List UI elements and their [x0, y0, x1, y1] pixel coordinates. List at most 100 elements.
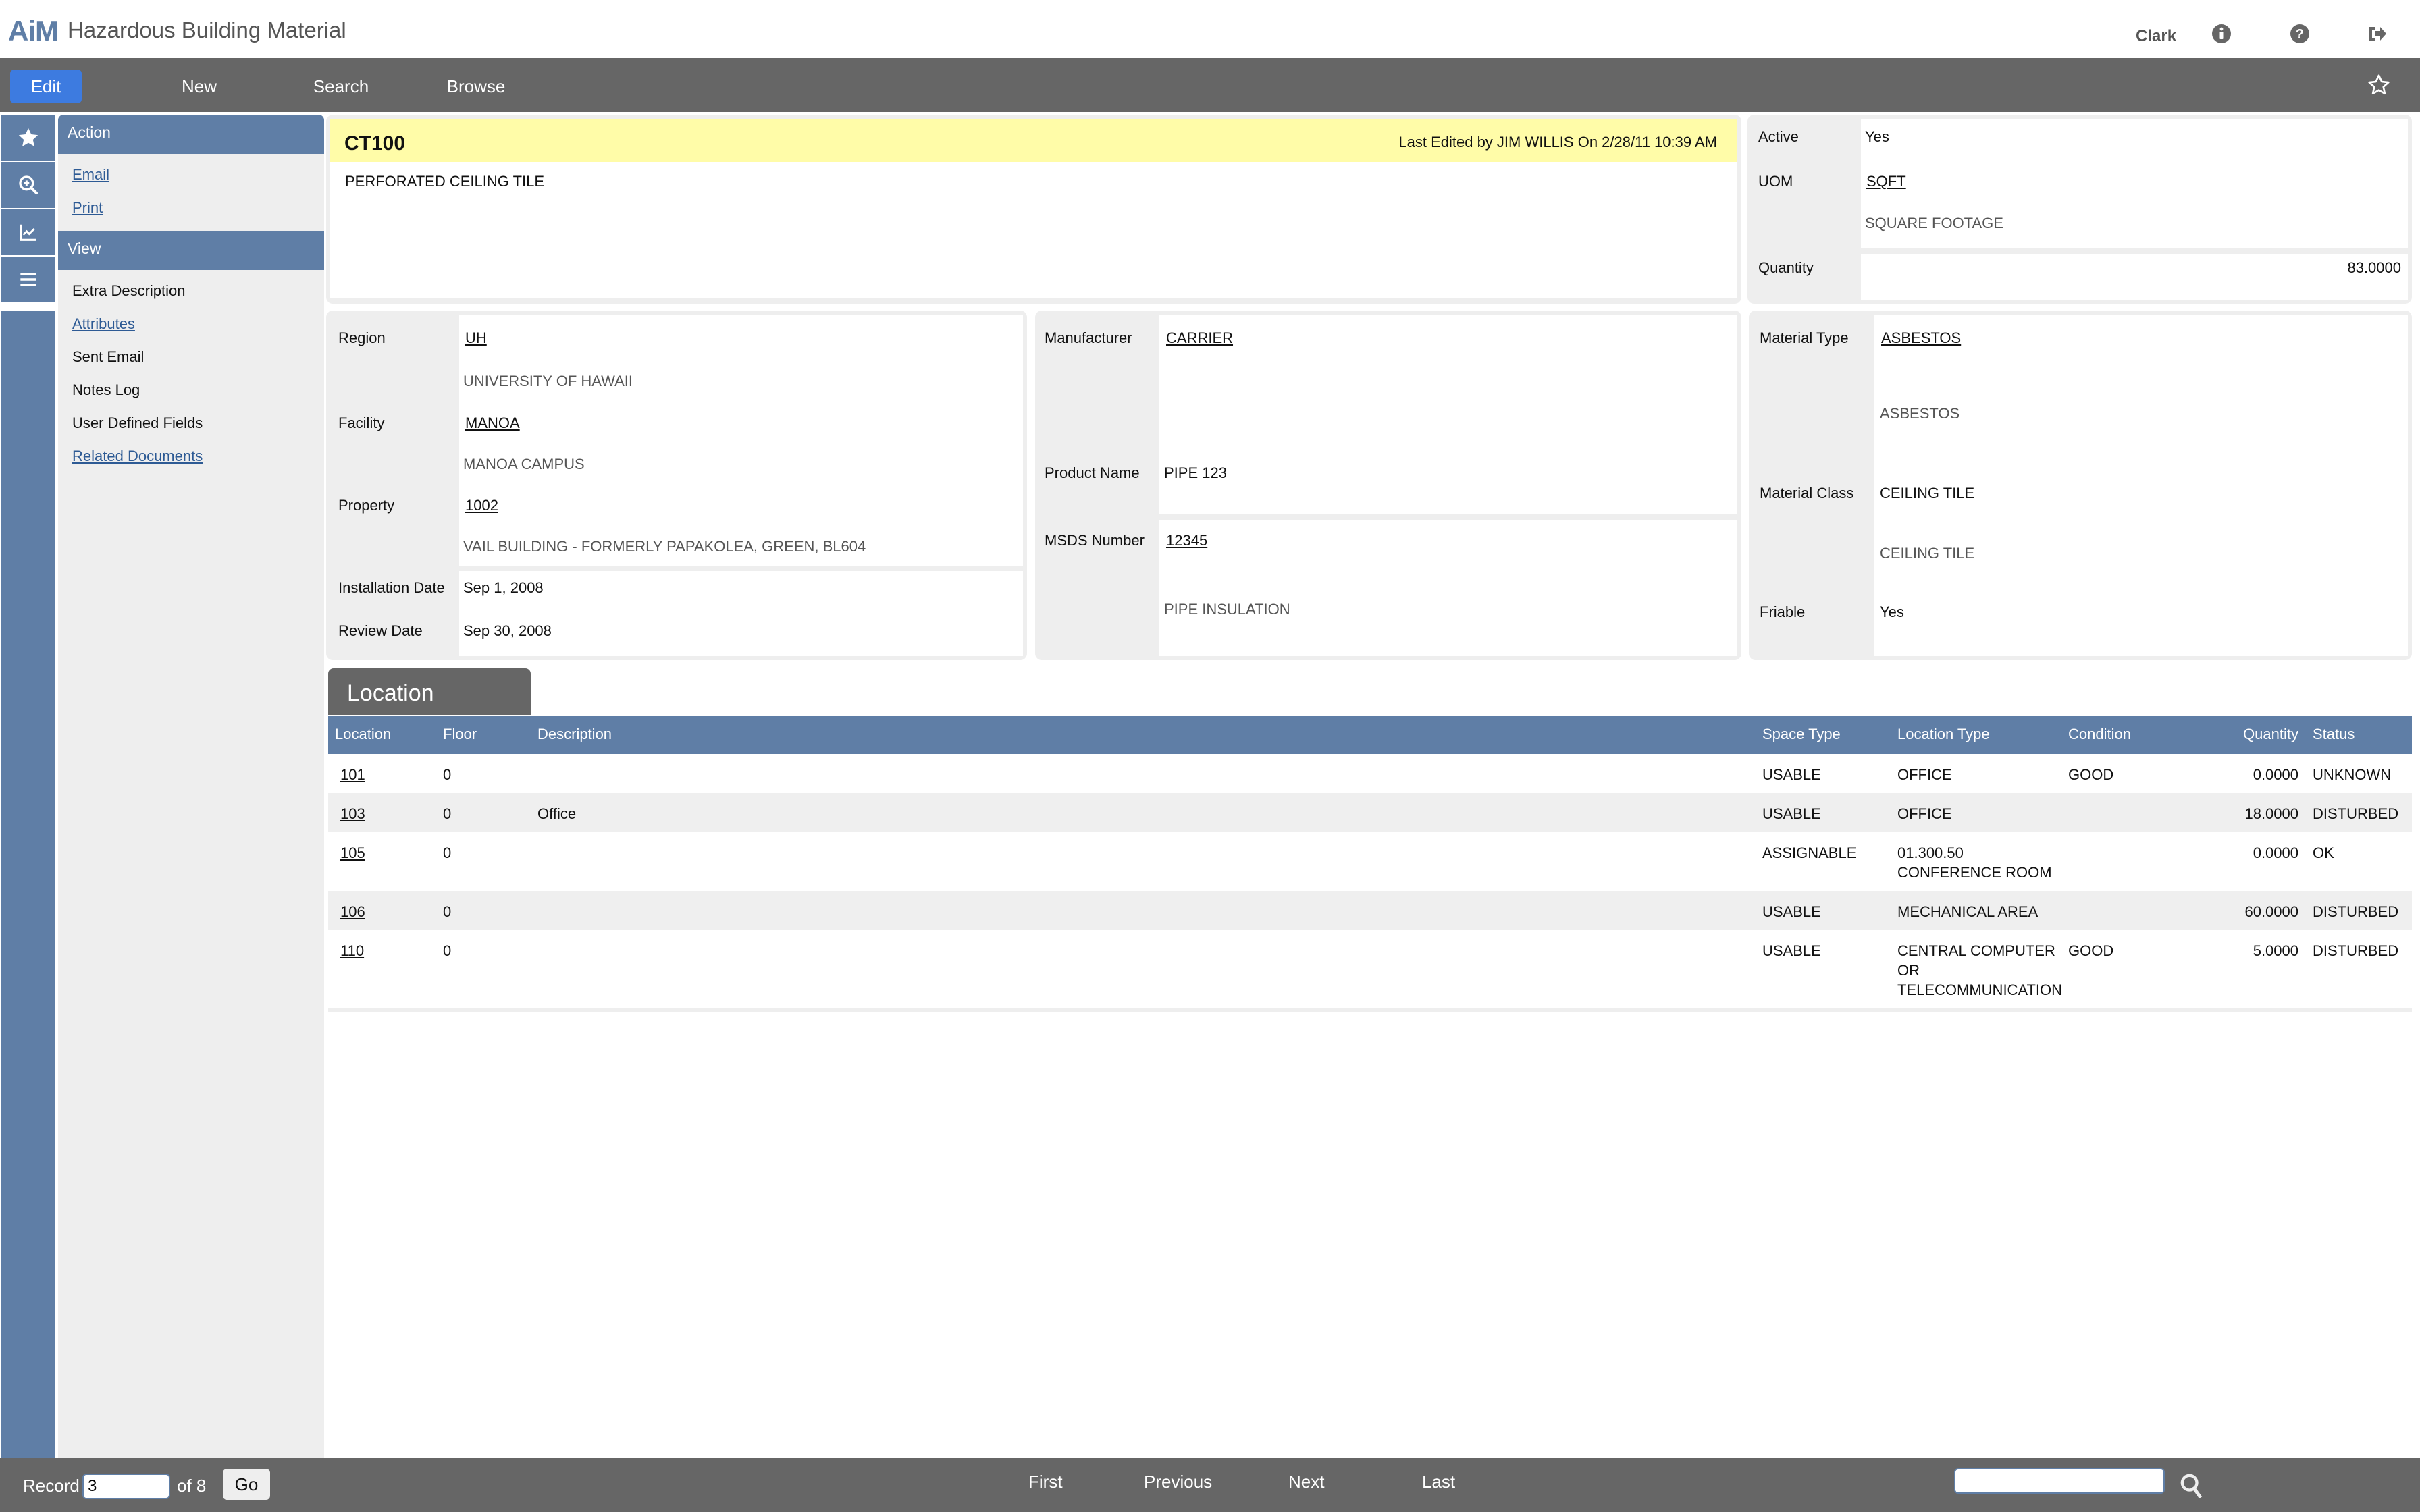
cell-location[interactable]: 106: [340, 902, 365, 921]
table-row[interactable]: 106 0 USABLE MECHANICAL AREA 60.0000 DISTURBE…: [328, 891, 2412, 930]
table-row[interactable]: 110 0 USABLE CENTRAL COMPUTER OR TELECOMMUNIC…: [328, 930, 2412, 1008]
cell-space-type: USABLE: [1762, 805, 1821, 822]
msds-values-area: [1159, 520, 1737, 656]
new-button[interactable]: New: [162, 70, 236, 103]
search-rail-button[interactable]: [1, 162, 55, 208]
last-record-link[interactable]: Last: [1422, 1472, 1455, 1492]
favorites-rail-button[interactable]: [1, 115, 55, 161]
uom-description: SQUARE FOOTAGE: [1865, 215, 2003, 232]
dates-values-area: [459, 571, 1023, 656]
previous-record-link[interactable]: Previous: [1144, 1472, 1212, 1492]
search-button[interactable]: Search: [300, 70, 382, 103]
logout-icon[interactable]: [2367, 23, 2388, 45]
tab-location[interactable]: Location: [328, 668, 531, 716]
star-outline-icon[interactable]: [2367, 73, 2391, 97]
msds-description: PIPE INSULATION: [1164, 601, 1290, 618]
table-row[interactable]: 101 0 USABLE OFFICE GOOD 0.0000 UNKNOWN: [328, 754, 2412, 793]
view-extra-description[interactable]: Extra Description: [58, 274, 324, 307]
installation-date-value: Sep 1, 2008: [463, 579, 544, 596]
uom-link[interactable]: SQFT: [1866, 173, 1906, 190]
friable-label: Friable: [1760, 603, 1806, 620]
cell-location-type: CENTRAL COMPUTER OR TELECOMMUNICATION: [1897, 942, 2063, 998]
material-class-description: CEILING TILE: [1880, 545, 1975, 562]
cell-status: OK: [2313, 844, 2334, 861]
property-link[interactable]: 1002: [465, 497, 498, 514]
cell-quantity: 18.0000: [2244, 805, 2298, 822]
cell-space-type: USABLE: [1762, 942, 1821, 959]
action-print-link[interactable]: Print: [58, 191, 324, 224]
table-row[interactable]: 103 0 Office USABLE OFFICE 18.0000 DISTURBED: [328, 793, 2412, 832]
cell-floor: 0: [443, 844, 452, 861]
col-quantity[interactable]: Quantity: [2243, 726, 2298, 743]
info-icon[interactable]: [2211, 23, 2232, 45]
quantity-values-area: [1861, 254, 2408, 300]
edit-button[interactable]: Edit: [10, 70, 82, 103]
action-section-header: Action: [58, 115, 324, 154]
manufacturer-label: Manufacturer: [1045, 329, 1132, 346]
view-related-documents-link[interactable]: Related Documents: [58, 439, 324, 473]
cell-floor: 0: [443, 903, 452, 920]
manufacturer-link[interactable]: CARRIER: [1166, 329, 1233, 347]
col-space-type[interactable]: Space Type: [1762, 726, 1841, 743]
msds-number-label: MSDS Number: [1045, 532, 1145, 549]
first-record-link[interactable]: First: [1028, 1472, 1063, 1492]
col-location-type[interactable]: Location Type: [1897, 726, 1990, 743]
user-name[interactable]: Clark: [2136, 27, 2176, 46]
view-attributes-link[interactable]: Attributes: [58, 307, 324, 340]
record-label: Record: [23, 1476, 80, 1496]
material-class-label: Material Class: [1760, 485, 1854, 502]
chart-icon: [20, 224, 36, 241]
help-icon[interactable]: ?: [2289, 23, 2311, 45]
go-button[interactable]: Go: [223, 1469, 270, 1500]
zoom-in-icon: [19, 176, 38, 194]
record-total: of 8: [177, 1476, 207, 1496]
facility-link[interactable]: MANOA: [465, 414, 520, 432]
next-record-link[interactable]: Next: [1288, 1472, 1324, 1492]
active-value: Yes: [1865, 128, 1889, 145]
browse-button[interactable]: Browse: [436, 70, 517, 103]
cell-space-type: USABLE: [1762, 766, 1821, 783]
friable-value: Yes: [1880, 603, 1904, 620]
material-type-link[interactable]: ASBESTOS: [1881, 329, 1961, 347]
main-toolbar: Edit New Search Browse: [0, 58, 2420, 112]
record-header-bar: CT100 Last Edited by JIM WILLIS On 2/28/…: [330, 119, 1737, 162]
search-icon[interactable]: [2178, 1472, 2205, 1498]
rail-background: [1, 310, 55, 1458]
property-label: Property: [338, 497, 395, 514]
col-location[interactable]: Location: [335, 726, 391, 743]
col-description[interactable]: Description: [537, 726, 612, 743]
location-values-area: [459, 315, 1023, 566]
table-footer-border: [328, 1008, 2412, 1013]
icon-rail: [1, 115, 55, 1458]
view-notes-log[interactable]: Notes Log: [58, 373, 324, 406]
quick-search-input[interactable]: [1954, 1468, 2165, 1494]
table-body: 101 0 USABLE OFFICE GOOD 0.0000 UNKNOWN 103 0 Off…: [328, 754, 2412, 1008]
view-user-defined-fields[interactable]: User Defined Fields: [58, 406, 324, 439]
app-logo: AiM: [8, 15, 59, 47]
record-number-input[interactable]: [82, 1474, 170, 1499]
active-label: Active: [1758, 128, 1799, 145]
action-email-link[interactable]: Email: [58, 158, 324, 191]
cell-quantity: 60.0000: [2244, 903, 2298, 920]
cell-location[interactable]: 103: [340, 804, 365, 824]
cell-quantity: 0.0000: [2253, 766, 2298, 783]
view-sent-email[interactable]: Sent Email: [58, 340, 324, 373]
col-condition[interactable]: Condition: [2068, 726, 2131, 743]
last-edited-text: Last Edited by JIM WILLIS On 2/28/11 10:…: [1398, 134, 1717, 151]
installation-date-label: Installation Date: [338, 579, 445, 596]
cell-location[interactable]: 110: [340, 941, 364, 961]
col-floor[interactable]: Floor: [443, 726, 477, 743]
menu-rail-button[interactable]: [1, 256, 55, 302]
table-row[interactable]: 105 0 ASSIGNABLE 01.300.50 CONFERENCE ROOM 0.…: [328, 832, 2412, 891]
facility-description: MANOA CAMPUS: [463, 456, 585, 473]
location-info-card: Region UH UNIVERSITY OF HAWAII Facility …: [326, 310, 1027, 660]
reports-rail-button[interactable]: [1, 209, 55, 255]
region-link[interactable]: UH: [465, 329, 487, 347]
record-code: CT100: [344, 132, 406, 155]
msds-number-link[interactable]: 12345: [1166, 532, 1207, 549]
col-status[interactable]: Status: [2313, 726, 2355, 743]
cell-location[interactable]: 101: [340, 765, 365, 784]
cell-condition: GOOD: [2068, 766, 2114, 783]
record-description: PERFORATED CEILING TILE: [345, 173, 545, 190]
cell-location[interactable]: 105: [340, 843, 365, 863]
